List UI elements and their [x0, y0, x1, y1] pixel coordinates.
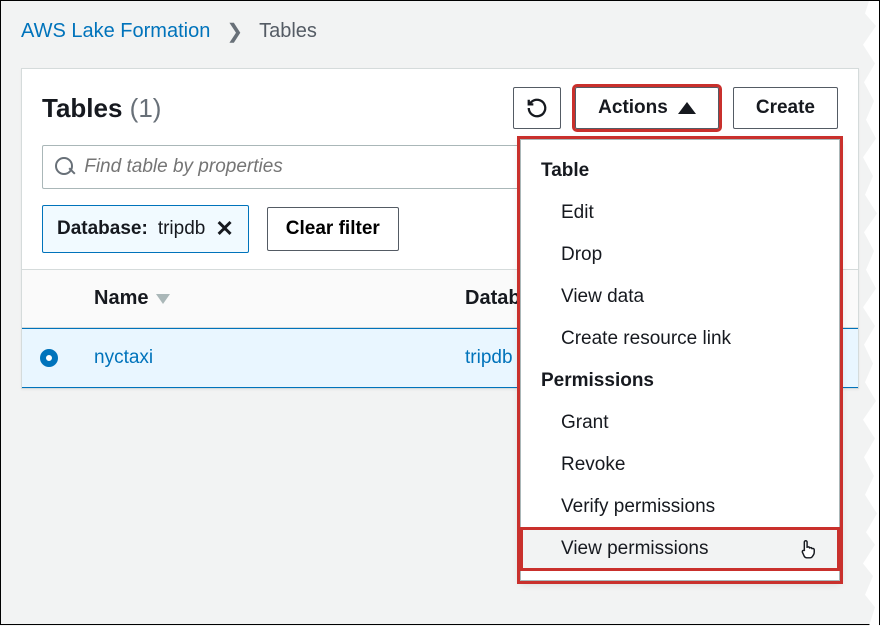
refresh-icon: [526, 97, 548, 119]
actions-button[interactable]: Actions: [575, 87, 719, 129]
header-buttons: Actions Create: [513, 87, 838, 129]
close-icon[interactable]: ✕: [215, 216, 233, 242]
breadcrumb-current: Tables: [259, 20, 317, 43]
create-button[interactable]: Create: [733, 87, 838, 129]
breadcrumb: AWS Lake Formation ❯ Tables: [1, 1, 879, 54]
dropdown-item-edit[interactable]: Edit: [521, 192, 839, 234]
dropdown-item-view-permissions-label: View permissions: [561, 538, 708, 560]
breadcrumb-root-link[interactable]: AWS Lake Formation: [21, 20, 210, 43]
chevron-right-icon: ❯: [226, 19, 243, 44]
refresh-button[interactable]: [513, 87, 561, 129]
pointer-cursor-icon: [797, 538, 819, 560]
actions-label: Actions: [598, 97, 668, 119]
torn-edge-decoration: [859, 1, 879, 626]
chip-value: tripdb: [158, 218, 206, 240]
dropdown-section-table: Table: [521, 150, 839, 192]
sort-icon: [156, 294, 170, 304]
row-selector[interactable]: [22, 349, 76, 367]
dropdown-item-verify-permissions[interactable]: Verify permissions: [521, 486, 839, 528]
title-text: Tables: [42, 93, 122, 123]
dropdown-item-create-resource-link[interactable]: Create resource link: [521, 318, 839, 360]
filter-chip-database[interactable]: Database: tripdb ✕: [42, 205, 249, 253]
column-header-name-label: Name: [94, 287, 148, 310]
create-label: Create: [756, 97, 815, 119]
caret-up-icon: [678, 102, 696, 114]
dropdown-section-permissions: Permissions: [521, 360, 839, 402]
tables-panel: Tables (1) Actions Create Database: [21, 68, 859, 389]
actions-dropdown: Table Edit Drop View data Create resourc…: [520, 139, 840, 581]
search-icon: [55, 157, 74, 177]
panel-header: Tables (1) Actions Create: [22, 69, 858, 139]
clear-filter-button[interactable]: Clear filter: [267, 207, 399, 251]
dropdown-item-revoke[interactable]: Revoke: [521, 444, 839, 486]
dropdown-item-drop[interactable]: Drop: [521, 234, 839, 276]
chip-label: Database:: [57, 218, 148, 240]
dropdown-item-grant[interactable]: Grant: [521, 402, 839, 444]
radio-selected-icon: [40, 349, 58, 367]
cell-name[interactable]: nyctaxi: [76, 347, 447, 369]
page-title: Tables (1): [42, 93, 161, 124]
column-header-name[interactable]: Name: [76, 287, 447, 310]
dropdown-item-view-permissions[interactable]: View permissions: [521, 528, 839, 570]
dropdown-item-view-data[interactable]: View data: [521, 276, 839, 318]
title-count: (1): [130, 93, 162, 123]
